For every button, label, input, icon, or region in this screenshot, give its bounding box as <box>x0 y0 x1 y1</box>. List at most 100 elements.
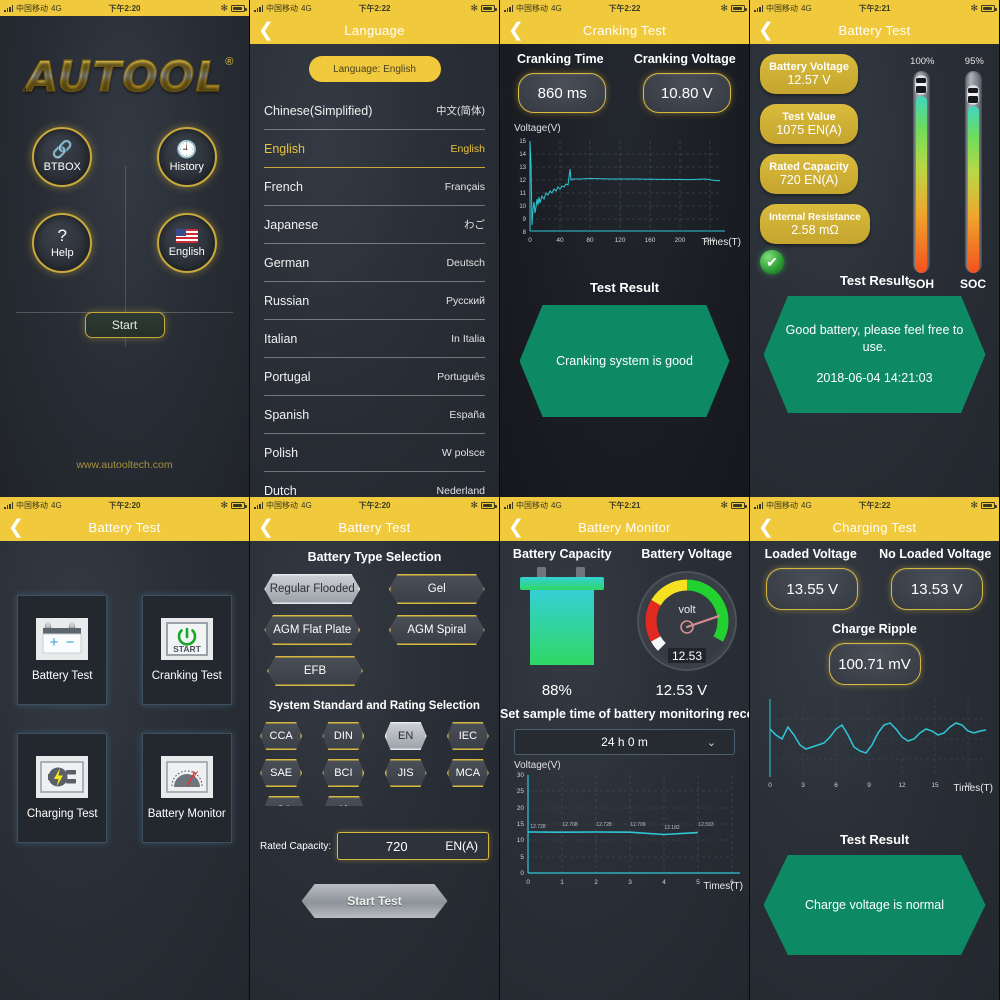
svg-text:14: 14 <box>519 152 526 158</box>
list-item[interactable]: German Deutsch <box>264 244 485 282</box>
button-edge <box>263 796 305 806</box>
language-button[interactable]: English <box>156 213 217 273</box>
list-item[interactable]: Japanese わご <box>264 206 485 244</box>
cranking-chart: Voltage(V) 15 14 13 12 11 10 9 8 0 40 80… <box>500 123 749 260</box>
battery-capacity-icon <box>520 567 605 665</box>
status-right: ✻ <box>470 3 497 14</box>
cranking-chart-ylabel: Voltage(V) <box>514 123 561 134</box>
button-edge <box>323 796 365 806</box>
language-native: España <box>449 408 485 421</box>
rating-bci[interactable]: BCI <box>322 759 365 787</box>
menu-row-1: + − Battery Test START Cranking Test <box>0 595 249 705</box>
tile-charging-test[interactable]: Charging Test <box>17 733 108 843</box>
rating-din[interactable]: DIN <box>322 722 365 750</box>
svg-text:0: 0 <box>528 237 532 244</box>
help-button[interactable]: ? Help <box>32 213 93 273</box>
start-button-icon: START <box>160 618 213 660</box>
rating-jis[interactable]: JIS <box>384 759 427 787</box>
voltmeter-icon: V <box>160 756 213 798</box>
internal-resistance-value: 2.58 mΩ <box>791 222 839 237</box>
test-value-label: Test Value <box>782 111 836 123</box>
screenshot-grid: 中国移动 4G 下午2:20 ✻ AUTOOL ® 🔗 BTBOX 🕘 Hist… <box>0 0 1000 1000</box>
status-bar: 中国移动 4G 下午2:22 ✻ <box>500 0 749 16</box>
battery-field-column: Battery Voltage 12.57 V Test Value 1075 … <box>750 44 895 291</box>
status-bar: 中国移动 4G 下午2:20 ✻ <box>0 497 249 513</box>
panel-language: 中国移动 4G 下午2:22 ✻ ❮ Language Language: En… <box>250 0 500 497</box>
type-row-3: EFB <box>250 656 499 686</box>
list-item[interactable]: Dutch Nederland <box>264 472 485 498</box>
list-item[interactable]: Chinese(Simplified) 中文(简体) <box>264 92 485 130</box>
chevron-down-icon: ⌄ <box>706 736 716 749</box>
logo-text: AUTOOL <box>25 52 224 102</box>
soc-bar <box>964 71 982 273</box>
sample-time-value: 24 h 0 m <box>601 735 648 749</box>
btbox-button[interactable]: 🔗 BTBOX <box>32 127 93 187</box>
start-button[interactable]: Start <box>84 312 165 338</box>
language-name: Spanish <box>264 407 310 422</box>
bluetooth-icon: ✻ <box>220 2 228 13</box>
page-title: Cranking Test <box>582 22 667 38</box>
page-title: Battery Test <box>838 22 911 38</box>
history-button[interactable]: 🕘 History <box>156 127 217 187</box>
voltage-value: 12.53 V <box>655 682 708 699</box>
test-value-field: Test Value 1075 EN(A) <box>760 104 858 144</box>
bluetooth-icon: ✻ <box>720 2 728 13</box>
type-agm-spiral[interactable]: AGM Spiral <box>388 615 485 645</box>
list-item[interactable]: Spanish España <box>264 396 485 434</box>
rated-capacity-input[interactable]: 720 EN(A) <box>337 832 489 860</box>
language-body: Language: English Chinese(Simplified) 中文(… <box>250 44 499 497</box>
status-time: 下午2:22 <box>358 3 391 13</box>
question-icon: ? <box>57 226 67 245</box>
rating-mca[interactable]: MCA <box>446 759 489 787</box>
start-test-button[interactable]: Start Test <box>301 884 448 918</box>
button-edge <box>389 615 485 645</box>
rating-row-2: SAE BCI JIS MCA <box>250 759 499 787</box>
tile-cranking-test[interactable]: START Cranking Test <box>141 595 232 705</box>
monitor-chart-xlabel: Times(T) <box>703 881 743 892</box>
list-item[interactable]: English English <box>264 130 485 168</box>
tile-battery-monitor[interactable]: V Battery Monitor <box>141 733 232 843</box>
battery-icon <box>981 4 997 12</box>
current-language-pill[interactable]: Language: English <box>308 56 441 82</box>
soc-label: SOC <box>959 277 986 291</box>
rating-cca[interactable]: CCA <box>260 722 303 750</box>
registered-mark: ® <box>225 56 234 68</box>
rating-sae[interactable]: SAE <box>260 759 303 787</box>
type-efb[interactable]: EFB <box>267 656 363 686</box>
type-regular-flooded[interactable]: Regular Flooded <box>264 574 361 604</box>
cranking-metric-values: 860 ms 10.80 V <box>500 73 749 113</box>
rating-ah[interactable]: Ah <box>323 796 365 806</box>
svg-text:4: 4 <box>662 879 666 886</box>
list-item[interactable]: Italian In Italia <box>264 320 485 358</box>
status-time: 下午2:21 <box>608 500 641 510</box>
button-edge <box>264 615 360 645</box>
panel-charging-test: 中国移动 4G 下午2:22 ✻ ❮ Charging Test Loaded … <box>750 497 1000 1000</box>
list-item[interactable]: Russian Русский <box>264 282 485 320</box>
status-bar: 中国移动 4G 下午2:22 ✻ <box>250 0 499 16</box>
rating-ca[interactable]: CA <box>263 796 305 806</box>
button-edge <box>260 759 302 787</box>
rated-capacity-row: Rated Capacity: 720 EN(A) <box>250 832 499 860</box>
charging-result-label: Test Result <box>839 832 910 847</box>
type-gel[interactable]: Gel <box>388 574 485 604</box>
title-bar: ❮ Battery Test <box>0 513 249 541</box>
tile-battery-test[interactable]: + − Battery Test <box>17 595 108 705</box>
type-agm-flat-plate[interactable]: AGM Flat Plate <box>264 615 361 645</box>
svg-text:8: 8 <box>523 230 527 236</box>
battery-result-body: Battery Voltage 12.57 V Test Value 1075 … <box>750 44 999 497</box>
list-item[interactable]: Portugal Português <box>264 358 485 396</box>
cranking-voltage-label: Cranking Voltage <box>633 52 736 66</box>
charging-chart: 036 9 12 15 18 Times(T) <box>750 695 999 812</box>
rating-iec[interactable]: IEC <box>446 722 489 750</box>
status-time: 下午2:21 <box>858 3 891 13</box>
soh-percent: 100% <box>910 56 935 67</box>
monitor-chart: Voltage(V) 30 25 20 15 10 5 0 0 1 2 3 4 … <box>500 760 749 902</box>
button-edge <box>264 574 360 604</box>
rating-en[interactable]: EN <box>384 722 427 750</box>
list-item[interactable]: French Français <box>264 168 485 206</box>
sample-time-select[interactable]: 24 h 0 m ⌄ <box>514 729 735 755</box>
list-item[interactable]: Polish W polsce <box>264 434 485 472</box>
soh-bar-fill <box>915 96 927 273</box>
bluetooth-icon: ✻ <box>970 2 978 13</box>
bluetooth-icon: ✻ <box>720 499 728 510</box>
